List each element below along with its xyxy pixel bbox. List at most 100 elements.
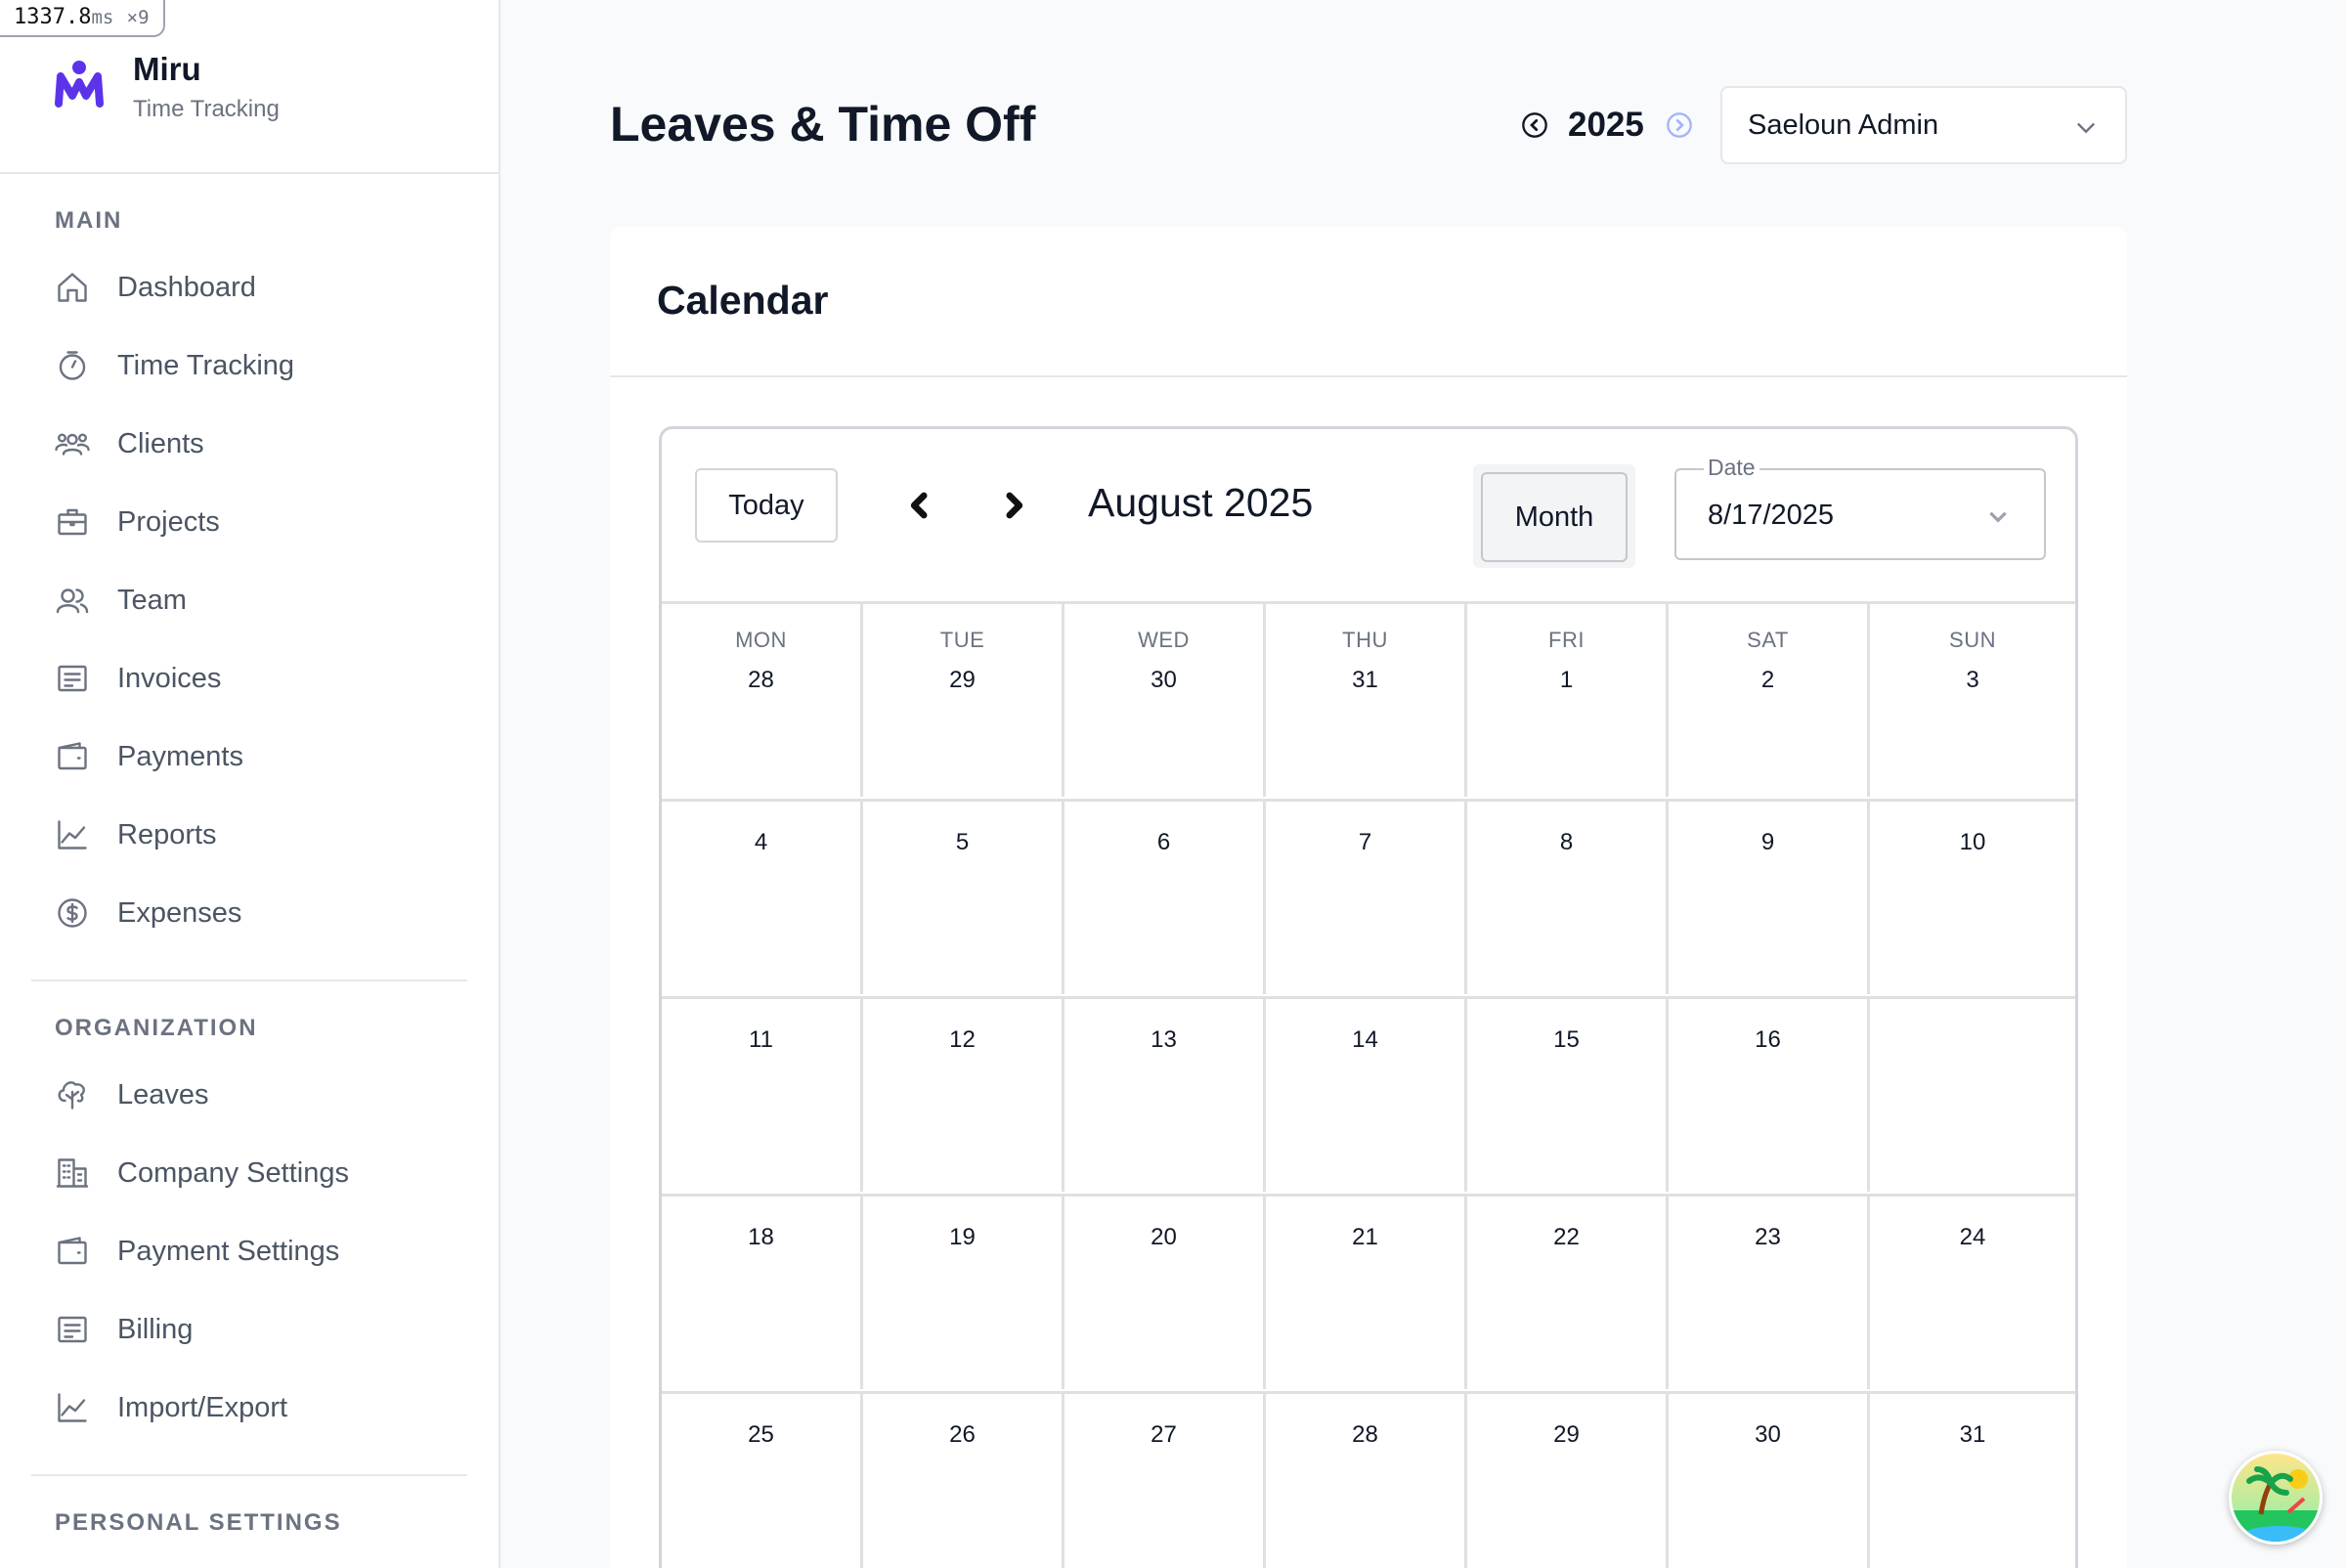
calendar-day-cell[interactable]: 4 xyxy=(662,799,863,994)
next-year-icon[interactable] xyxy=(1666,111,1693,139)
calendar-day-cell[interactable]: 23 xyxy=(1669,1194,1870,1389)
day-number[interactable]: 28 xyxy=(1266,1421,1464,1449)
day-number[interactable]: 1 xyxy=(1467,667,1666,694)
sidebar-item-projects[interactable]: Projects xyxy=(55,494,465,550)
day-number[interactable]: 10 xyxy=(1870,829,2075,856)
next-month-button[interactable] xyxy=(994,486,1033,525)
sidebar-item-label: Team xyxy=(117,584,187,616)
sidebar-item-reports[interactable]: Reports xyxy=(55,806,465,863)
calendar-day-cell[interactable]: FRI 1 xyxy=(1467,601,1669,797)
day-number[interactable]: 15 xyxy=(1467,1026,1666,1054)
sidebar-item-payments[interactable]: Payments xyxy=(55,728,465,785)
calendar-day-cell[interactable]: 6 xyxy=(1064,799,1266,994)
day-number[interactable]: 7 xyxy=(1266,829,1464,856)
sidebar: Miru Time Tracking MAIN Dashboard Time T… xyxy=(0,0,500,1568)
sidebar-item-time-tracking[interactable]: Time Tracking xyxy=(55,337,465,394)
calendar-day-cell[interactable]: 9 xyxy=(1669,799,1870,994)
today-button[interactable]: Today xyxy=(695,468,838,543)
day-number[interactable]: 9 xyxy=(1669,829,1867,856)
calendar-day-cell[interactable]: 24 xyxy=(1870,1194,2075,1389)
calendar-day-cell[interactable]: WED 30 xyxy=(1064,601,1266,797)
calendar-day-cell[interactable]: 31 xyxy=(1870,1391,2075,1568)
calendar-day-cell[interactable]: 25 xyxy=(662,1391,863,1568)
day-number[interactable]: 19 xyxy=(863,1224,1062,1251)
calendar-day-cell[interactable]: MON 28 xyxy=(662,601,863,797)
sidebar-item-label: Leaves xyxy=(117,1078,209,1111)
sidebar-item-company-settings[interactable]: Company Settings xyxy=(55,1145,465,1201)
day-number[interactable]: 4 xyxy=(662,829,860,856)
sidebar-divider xyxy=(31,1474,467,1476)
sidebar-item-payment-settings[interactable]: Payment Settings xyxy=(55,1223,465,1280)
day-number[interactable]: 29 xyxy=(1467,1421,1666,1449)
day-number[interactable]: 3 xyxy=(1870,667,2075,694)
sidebar-item-import-export[interactable]: Import/Export xyxy=(55,1379,465,1436)
team-icon xyxy=(56,588,89,614)
calendar-day-cell[interactable]: 29 xyxy=(1467,1391,1669,1568)
day-number[interactable]: 16 xyxy=(1669,1026,1867,1054)
day-number[interactable]: 14 xyxy=(1266,1026,1464,1054)
day-number[interactable]: 29 xyxy=(863,667,1062,694)
sidebar-item-invoices[interactable]: Invoices xyxy=(55,650,465,707)
day-number[interactable]: 2 xyxy=(1669,667,1867,694)
calendar-day-cell[interactable]: 20 xyxy=(1064,1194,1266,1389)
day-number[interactable]: 12 xyxy=(863,1026,1062,1054)
calendar-day-cell[interactable]: 15 xyxy=(1467,996,1669,1192)
calendar-day-cell[interactable]: 21 xyxy=(1266,1194,1467,1389)
day-number[interactable]: 5 xyxy=(863,829,1062,856)
day-number[interactable]: 30 xyxy=(1064,667,1263,694)
day-number[interactable]: 31 xyxy=(1870,1421,2075,1449)
calendar-day-cell[interactable]: 16 xyxy=(1669,996,1870,1192)
day-number[interactable]: 26 xyxy=(863,1421,1062,1449)
calendar-day-cell[interactable]: SUN 3 xyxy=(1870,601,2075,797)
calendar-day-cell[interactable]: 28 xyxy=(1266,1391,1467,1568)
calendar-day-cell[interactable]: 13 xyxy=(1064,996,1266,1192)
calendar-day-cell[interactable]: THU 31 xyxy=(1266,601,1467,797)
previous-year-icon[interactable] xyxy=(1521,111,1548,139)
calendar-day-cell[interactable]: 8 xyxy=(1467,799,1669,994)
calendar-day-cell[interactable]: TUE 29 xyxy=(863,601,1064,797)
day-number[interactable]: 22 xyxy=(1467,1224,1666,1251)
month-view-button[interactable]: Month xyxy=(1481,472,1628,562)
calendar-day-cell[interactable]: 19 xyxy=(863,1194,1064,1389)
calendar-day-cell[interactable]: 22 xyxy=(1467,1194,1669,1389)
user-select[interactable]: Saeloun Admin xyxy=(1720,86,2127,164)
calendar: Today August 2025 Month Date 8/17/2025 M… xyxy=(659,426,2078,1568)
calendar-day-cell[interactable]: 5 xyxy=(863,799,1064,994)
sidebar-item-clients[interactable]: Clients xyxy=(55,415,465,472)
calendar-day-cell[interactable]: 27 xyxy=(1064,1391,1266,1568)
day-number[interactable]: 23 xyxy=(1669,1224,1867,1251)
day-number[interactable]: 13 xyxy=(1064,1026,1263,1054)
calendar-day-cell[interactable]: 26 xyxy=(863,1391,1064,1568)
calendar-day-cell[interactable]: 12 xyxy=(863,996,1064,1192)
calendar-day-cell[interactable]: 11 xyxy=(662,996,863,1192)
calendar-day-cell[interactable]: 7 xyxy=(1266,799,1467,994)
calendar-day-cell[interactable]: 14 xyxy=(1266,996,1467,1192)
day-number[interactable]: 28 xyxy=(662,667,860,694)
day-number[interactable]: 11 xyxy=(662,1026,860,1054)
day-number[interactable]: 8 xyxy=(1467,829,1666,856)
day-number[interactable]: 18 xyxy=(662,1224,860,1251)
day-number[interactable]: 20 xyxy=(1064,1224,1263,1251)
day-number[interactable]: 24 xyxy=(1870,1224,2075,1251)
calendar-day-cell[interactable]: 18 xyxy=(662,1194,863,1389)
calendar-day-cell[interactable]: SAT 2 xyxy=(1669,601,1870,797)
day-number[interactable]: 21 xyxy=(1266,1224,1464,1251)
sidebar-item-billing[interactable]: Billing xyxy=(55,1301,465,1358)
day-number[interactable]: 6 xyxy=(1064,829,1263,856)
sidebar-item-expenses[interactable]: Expenses xyxy=(55,885,465,941)
sidebar-item-team[interactable]: Team xyxy=(55,572,465,629)
help-widget-button[interactable] xyxy=(2229,1451,2323,1545)
calendar-day-cell[interactable] xyxy=(1870,996,2075,1192)
calendar-day-cell[interactable]: 10 xyxy=(1870,799,2075,994)
date-picker-field[interactable]: Date 8/17/2025 xyxy=(1674,455,2046,560)
sidebar-item-dashboard[interactable]: Dashboard xyxy=(55,259,465,316)
previous-month-button[interactable] xyxy=(900,486,939,525)
sidebar-item-leaves[interactable]: Leaves xyxy=(55,1067,465,1123)
calendar-card: Calendar Today August 2025 Month Date 8/… xyxy=(610,227,2127,1568)
calendar-day-cell[interactable]: 30 xyxy=(1669,1391,1870,1568)
day-number[interactable]: 27 xyxy=(1064,1421,1263,1449)
day-number[interactable]: 25 xyxy=(662,1421,860,1449)
chart-icon xyxy=(58,820,87,849)
day-number[interactable]: 31 xyxy=(1266,667,1464,694)
day-number[interactable]: 30 xyxy=(1669,1421,1867,1449)
